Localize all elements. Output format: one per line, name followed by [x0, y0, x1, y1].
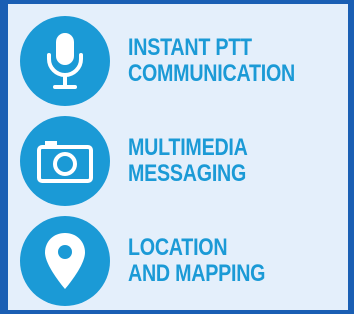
microphone-icon [47, 33, 83, 89]
feature-title-line2: COMMUNICATION [128, 60, 295, 87]
feature-title-line2: AND MAPPING [128, 260, 266, 287]
feature-title-line1: MULTIMEDIA [128, 134, 248, 161]
feature-location-mapping: LOCATION AND MAPPING [20, 216, 340, 306]
feature-title-line1: INSTANT PTT [128, 34, 252, 61]
feature-instant-ptt: INSTANT PTT COMMUNICATION [20, 16, 340, 106]
map-pin-badge [20, 216, 110, 306]
microphone-badge [20, 16, 110, 106]
camera-badge [20, 116, 110, 206]
feature-title-line2: MESSAGING [128, 160, 247, 187]
camera-icon [37, 141, 93, 183]
feature-panel: INSTANT PTT COMMUNICATION MULTIMEDIA MES… [8, 4, 348, 310]
feature-label: LOCATION AND MAPPING [128, 235, 265, 287]
map-pin-icon [45, 233, 85, 289]
feature-label: INSTANT PTT COMMUNICATION [128, 35, 295, 87]
feature-title-line1: LOCATION [128, 234, 228, 261]
feature-multimedia-messaging: MULTIMEDIA MESSAGING [20, 116, 340, 206]
feature-label: MULTIMEDIA MESSAGING [128, 135, 248, 187]
